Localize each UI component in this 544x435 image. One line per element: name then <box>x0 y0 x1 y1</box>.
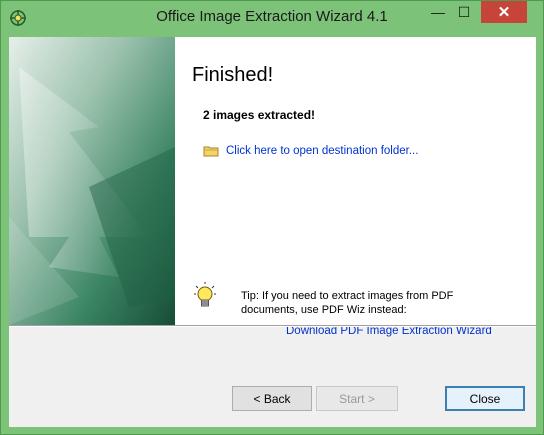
extracted-count: 2 images extracted! <box>203 108 316 122</box>
separator-highlight <box>9 326 536 327</box>
close-button[interactable]: Close <box>445 386 525 411</box>
content-panel: Finished! 2 images extracted! Click here… <box>175 37 536 337</box>
start-button[interactable]: Start > <box>316 386 398 411</box>
back-button[interactable]: < Back <box>232 386 312 411</box>
lightbulb-icon <box>194 282 216 307</box>
wizard-window: Office Image Extraction Wizard 4.1 — ☐ ✕ <box>0 0 544 435</box>
minimize-button[interactable]: — <box>425 1 451 23</box>
banner-graphic <box>9 37 175 325</box>
side-banner <box>9 37 175 325</box>
open-folder-link[interactable]: Click here to open destination folder... <box>226 145 418 157</box>
page-heading: Finished! <box>192 64 274 86</box>
wizard-client-area: Finished! 2 images extracted! Click here… <box>9 37 536 427</box>
tip-text: Tip: If you need to extract images from … <box>241 290 454 316</box>
title-bar[interactable]: Office Image Extraction Wizard 4.1 — ☐ ✕ <box>1 1 543 37</box>
maximize-button[interactable]: ☐ <box>451 1 477 23</box>
close-window-button[interactable]: ✕ <box>481 1 527 23</box>
folder-icon <box>203 146 219 157</box>
